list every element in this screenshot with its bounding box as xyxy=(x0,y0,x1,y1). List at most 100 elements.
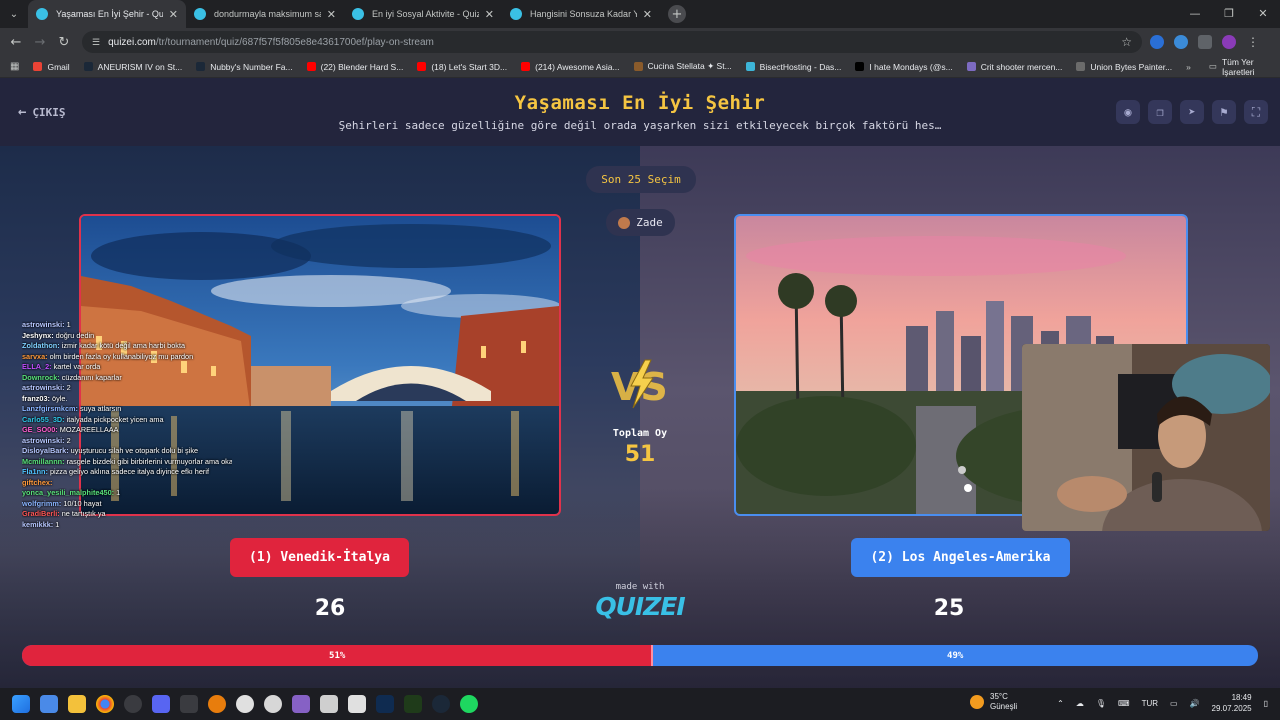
chat-message: Jeshynx: doğru dedin xyxy=(22,331,232,342)
puzzle-extensions-icon[interactable] xyxy=(1198,35,1212,49)
cloud-icon[interactable]: ☁ xyxy=(1076,699,1084,708)
copy-icon[interactable]: ❐ xyxy=(1148,100,1172,124)
profile-avatar-icon[interactable] xyxy=(1222,35,1236,49)
painter-icon[interactable] xyxy=(404,695,422,713)
unreal-icon[interactable] xyxy=(236,695,254,713)
notifications-icon[interactable]: ▯ xyxy=(1264,699,1268,708)
bookmark-item[interactable]: I hate Mondays (@s... xyxy=(855,61,953,72)
close-tab-icon[interactable]: ✕ xyxy=(327,8,336,21)
bookmark-label: I hate Mondays (@s... xyxy=(869,61,953,72)
bookmark-star-icon[interactable]: ☆ xyxy=(1121,35,1132,49)
restore-icon[interactable]: ❐ xyxy=(1212,0,1246,28)
browser-tab-3[interactable]: En iyi Sosyal Aktivite - Quizei ✕ xyxy=(344,0,502,28)
bookmark-item[interactable]: Crit shooter mercen... xyxy=(966,61,1062,72)
app-icon[interactable] xyxy=(124,695,142,713)
extension-icon[interactable] xyxy=(1150,35,1164,49)
close-window-icon[interactable]: ✕ xyxy=(1246,0,1280,28)
aseprite-icon[interactable] xyxy=(348,695,366,713)
total-votes-label: Toplam Oy xyxy=(612,428,668,439)
choice-button-right[interactable]: (2) Los Angeles-Amerika xyxy=(851,538,1070,577)
new-tab-plus-icon[interactable]: + xyxy=(668,5,686,23)
chat-message: giftchex: xyxy=(22,478,232,489)
avatar-icon xyxy=(618,216,631,229)
sun-icon xyxy=(970,695,984,709)
bookmark-item[interactable]: Gmail xyxy=(33,61,70,72)
chrome-icon[interactable] xyxy=(96,695,114,713)
bookmark-label: (22) Blender Hard S... xyxy=(320,61,404,72)
close-tab-icon[interactable]: ✕ xyxy=(643,8,652,21)
round-badge: Son 25 Seçim xyxy=(586,166,696,193)
bookmark-item[interactable]: Cucina Stellata ✦ St... xyxy=(633,61,732,72)
bookmark-label: (18) Let's Start 3D... xyxy=(431,61,508,72)
volume-icon[interactable]: 🔊 xyxy=(1190,699,1200,708)
chat-text: pizza geliyo aklına sadece italya diyinc… xyxy=(49,467,209,476)
browser-tab-1[interactable]: Yaşaması En İyi Şehir - Quizei ✕ xyxy=(28,0,186,28)
blender-icon[interactable] xyxy=(208,695,226,713)
bookmark-item[interactable]: Nubby's Number Fa... xyxy=(196,61,293,72)
back-arrow-icon[interactable]: ← xyxy=(4,35,28,50)
keyboard-icon[interactable]: ⌨ xyxy=(1118,699,1130,708)
site-info-icon[interactable]: ☰ xyxy=(92,37,100,48)
windows-start-icon[interactable] xyxy=(12,695,30,713)
discord-icon[interactable] xyxy=(152,695,170,713)
chat-username: GE_SO00: xyxy=(22,425,58,434)
minimize-icon[interactable]: — xyxy=(1178,0,1212,28)
unity-icon[interactable] xyxy=(320,695,338,713)
browser-tab-2[interactable]: dondurmayla maksimum saran ✕ xyxy=(186,0,344,28)
quizei-favicon-icon xyxy=(194,8,206,20)
made-with-label: made with xyxy=(615,582,665,592)
bookmark-favicon-icon xyxy=(33,62,43,71)
more-bookmarks-chevron-icon[interactable]: » xyxy=(1186,62,1191,72)
chat-text: öyle. xyxy=(52,393,68,403)
widgets-icon[interactable] xyxy=(40,695,58,713)
chat-message: franz03: öyle. xyxy=(22,394,232,405)
bookmarks-bar: ▦ Gmail ANEURISM IV on St... Nubby's Numbe… xyxy=(0,56,1280,78)
chat-username: ELLA_2: xyxy=(22,362,52,371)
chat-message: astrowinski: 1 xyxy=(22,320,232,331)
bookmark-item[interactable]: (214) Awesome Asia... xyxy=(521,61,620,72)
mic-icon[interactable]: 🎙 xyxy=(1096,699,1106,708)
weather-widget[interactable]: 35°C Güneşli xyxy=(970,692,1017,712)
app-icon[interactable] xyxy=(180,695,198,713)
browser-tab-4[interactable]: Hangisini Sonsuza Kadar Yasak ✕ xyxy=(502,0,660,28)
browser-tab-strip: ⌄ Yaşaması En İyi Şehir - Quizei ✕ dondu… xyxy=(0,0,1280,28)
bookmark-item[interactable]: ANEURISM IV on St... xyxy=(83,61,182,72)
apps-grid-icon[interactable]: ▦ xyxy=(10,61,19,72)
send-icon[interactable]: ➤ xyxy=(1180,100,1204,124)
right-vote-count: 25 xyxy=(933,596,965,621)
bookmark-item[interactable]: (22) Blender Hard S... xyxy=(306,61,404,72)
chat-username: Lanzfgirsmkcm: xyxy=(22,404,78,413)
spotify-icon[interactable] xyxy=(460,695,478,713)
extension-icon[interactable] xyxy=(1174,35,1188,49)
reload-icon[interactable]: ↻ xyxy=(52,35,76,50)
system-tray: ⌃ ☁ 🎙 ⌨ TUR ▭ 🔊 18:49 29.07.2025 ▯ xyxy=(1057,692,1268,714)
steam-icon[interactable] xyxy=(432,695,450,713)
close-tab-icon[interactable]: ✕ xyxy=(485,8,494,21)
flag-icon[interactable]: ⚑ xyxy=(1212,100,1236,124)
chat-username: franz03: xyxy=(22,393,50,403)
forward-arrow-icon[interactable]: → xyxy=(28,35,52,50)
visual-studio-icon[interactable] xyxy=(292,695,310,713)
chevron-up-icon[interactable]: ⌃ xyxy=(1057,699,1064,708)
all-bookmarks[interactable]: » ▭ Tüm Yer İşaretleri xyxy=(1186,57,1270,77)
bookmark-label: Cucina Stellata ✦ St... xyxy=(647,61,732,71)
address-bar[interactable]: ☰ quizei.com /tr/tournament/quiz/687f57f… xyxy=(82,31,1142,53)
menu-dots-icon[interactable]: ⋮ xyxy=(1246,35,1260,49)
eye-icon[interactable]: ◉ xyxy=(1116,100,1140,124)
input-language[interactable]: TUR xyxy=(1142,699,1158,708)
quizei-logo[interactable]: QUIZEI xyxy=(590,592,690,621)
clock[interactable]: 18:49 29.07.2025 xyxy=(1212,692,1252,714)
bookmark-item[interactable]: (18) Let's Start 3D... xyxy=(417,61,507,72)
file-explorer-icon[interactable] xyxy=(68,695,86,713)
bookmark-item[interactable]: Union Bytes Painter... xyxy=(1076,61,1172,72)
photoshop-icon[interactable] xyxy=(376,695,394,713)
bookmark-item[interactable]: BisectHosting - Das... xyxy=(745,61,841,72)
network-icon[interactable]: ▭ xyxy=(1170,699,1178,708)
tab-search-chevron-icon[interactable]: ⌄ xyxy=(0,0,28,28)
chat-username: astrowinski: xyxy=(22,320,65,329)
tab-title: Hangisini Sonsuza Kadar Yasak xyxy=(530,9,637,19)
fullscreen-icon[interactable]: ⛶ xyxy=(1244,100,1268,124)
close-tab-icon[interactable]: ✕ xyxy=(169,8,178,21)
github-icon[interactable] xyxy=(264,695,282,713)
choice-button-left[interactable]: (1) Venedik-İtalya xyxy=(230,538,409,577)
